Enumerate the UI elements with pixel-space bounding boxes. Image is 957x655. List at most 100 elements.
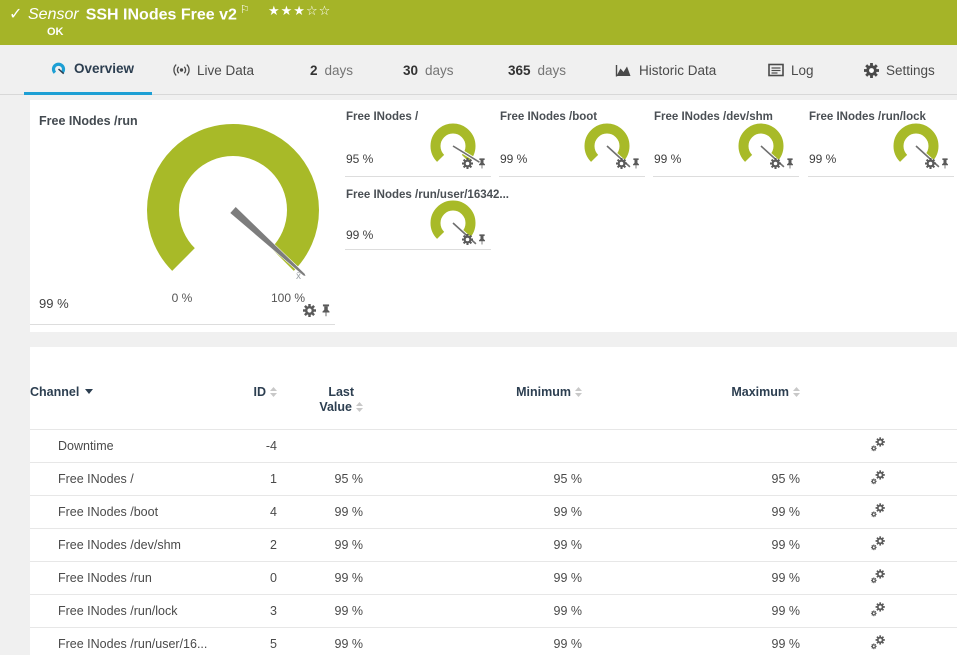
- tile-pin-icon[interactable]: [940, 158, 950, 170]
- channel-minimum: 99 %: [363, 528, 582, 562]
- gauge-min-label: 0 %: [171, 291, 193, 305]
- channel-settings-gears-icon[interactable]: [870, 502, 887, 522]
- column-header-minimum-label: Minimum: [516, 385, 571, 399]
- tab-overview[interactable]: Overview: [24, 45, 152, 95]
- log-list-icon: [768, 63, 784, 77]
- tab-live-data[interactable]: Live Data: [173, 45, 254, 95]
- tab-log[interactable]: Log: [768, 45, 814, 95]
- tile-pin-icon[interactable]: [631, 158, 641, 170]
- table-row-free-inodes-run-lock: Free INodes /run/lock 3 99 % 99 % 99 %: [30, 594, 957, 628]
- tab-settings[interactable]: Settings: [864, 45, 935, 95]
- channel-last-value: 95 %: [277, 462, 363, 496]
- gauge-max-label: 100 %: [270, 291, 306, 305]
- channel-minimum: [363, 429, 582, 463]
- channel-last-value: [277, 429, 363, 463]
- channel-name[interactable]: Free INodes /run/lock: [30, 594, 217, 628]
- channel-name[interactable]: Free INodes /run: [30, 561, 217, 595]
- column-header-last-label: Last: [328, 385, 355, 399]
- column-header-channel[interactable]: Channel: [30, 347, 217, 430]
- status-badge: OK: [47, 26, 64, 38]
- table-row-free-inodes-boot: Free INodes /boot 4 99 % 99 % 99 %: [30, 495, 957, 529]
- tab-historic-data-label: Historic Data: [639, 62, 717, 78]
- channel-id: 3: [217, 594, 277, 628]
- column-header-maximum[interactable]: Maximum: [582, 347, 800, 430]
- channel-name[interactable]: Free INodes /dev/shm: [30, 528, 217, 562]
- tile-pin-icon[interactable]: [785, 158, 795, 170]
- tile-settings-gear-icon[interactable]: [616, 158, 627, 169]
- area-chart-icon: [615, 64, 631, 76]
- channel-name[interactable]: Free INodes /run/user/16...: [30, 627, 217, 655]
- channels-table: Channel ID Last Value Minimum Maximum Do…: [30, 347, 957, 655]
- object-type-label: Sensor: [28, 6, 79, 24]
- gauge-tile-free-inodes-run-user[interactable]: Free INodes /run/user/16342... 99 %: [345, 178, 509, 250]
- channel-name[interactable]: Downtime: [30, 429, 217, 463]
- channel-settings-gears-icon[interactable]: [870, 469, 887, 489]
- tab-2-days[interactable]: 2 days: [310, 45, 353, 95]
- page-title[interactable]: SSH INodes Free v2: [86, 6, 237, 23]
- gauge-tile-free-inodes-boot[interactable]: Free INodes /boot 99 %: [499, 100, 645, 177]
- channel-last-value: 99 %: [277, 495, 363, 529]
- channel-id: -4: [217, 429, 277, 463]
- tile-settings-gear-icon[interactable]: [925, 158, 936, 169]
- channel-settings-gears-icon[interactable]: [870, 634, 887, 654]
- channel-name[interactable]: Free INodes /: [30, 462, 217, 496]
- tile-settings-gear-icon[interactable]: [303, 304, 316, 317]
- status-ok-check-icon: ✓: [9, 6, 23, 23]
- channel-maximum: 99 %: [582, 528, 800, 562]
- tab-settings-label: Settings: [886, 62, 935, 78]
- channel-maximum: 99 %: [582, 627, 800, 655]
- channel-settings-gears-icon[interactable]: [870, 568, 887, 588]
- sort-icon[interactable]: [270, 387, 277, 397]
- column-header-value-label: Value: [319, 400, 352, 414]
- gauge-value: 99 %: [346, 228, 374, 242]
- gauge-title: Free INodes /: [346, 111, 419, 123]
- channel-maximum: 95 %: [582, 462, 800, 496]
- gauge-tile-free-inodes-root[interactable]: Free INodes / 95 %: [345, 100, 491, 177]
- column-header-maximum-label: Maximum: [731, 385, 789, 399]
- broadcast-icon: [173, 64, 190, 76]
- channel-settings-gears-icon[interactable]: [870, 436, 887, 456]
- gauge-tile-free-inodes-run[interactable]: Free INodes /run 0 % 100 % x̄ 99 %: [30, 100, 335, 325]
- sort-icon[interactable]: [793, 387, 800, 397]
- channel-settings-gears-icon[interactable]: [870, 601, 887, 621]
- sensor-tab-bar: Overview Live Data 2 days 30 days 365 da…: [0, 45, 957, 95]
- tile-pin-icon[interactable]: [320, 304, 332, 318]
- gauge-value: 99 %: [809, 152, 837, 166]
- channel-id: 1: [217, 462, 277, 496]
- gauge-value: 99 %: [39, 296, 69, 311]
- tile-pin-icon[interactable]: [477, 158, 487, 170]
- tile-settings-gear-icon[interactable]: [462, 234, 473, 245]
- channel-settings-gears-icon[interactable]: [870, 535, 887, 555]
- tab-historic-data[interactable]: Historic Data: [615, 45, 716, 95]
- gauge-tile-free-inodes-dev-shm[interactable]: Free INodes /dev/shm 99 %: [653, 100, 799, 177]
- flag-icon[interactable]: ⚐: [240, 4, 250, 16]
- channel-name[interactable]: Free INodes /boot: [30, 495, 217, 529]
- channel-id: 5: [217, 627, 277, 655]
- gauge-tile-free-inodes-run-lock[interactable]: Free INodes /run/lock 99 %: [808, 100, 954, 177]
- tile-pin-icon[interactable]: [477, 234, 487, 246]
- channel-minimum: 95 %: [363, 462, 582, 496]
- channel-maximum: 99 %: [582, 561, 800, 595]
- column-header-channel-label: Channel: [30, 385, 80, 399]
- main-gauge: [147, 124, 319, 278]
- tab-2-days-number: 2: [310, 62, 318, 78]
- channels-table-panel: Channel ID Last Value Minimum Maximum Do…: [30, 347, 957, 655]
- tab-365-days-number: 365: [508, 62, 531, 78]
- tab-2-days-unit: days: [324, 62, 354, 78]
- sort-icon[interactable]: [356, 402, 363, 412]
- tab-30-days-number: 30: [403, 62, 419, 78]
- channel-maximum: 99 %: [582, 495, 800, 529]
- column-header-minimum[interactable]: Minimum: [363, 347, 582, 430]
- tab-365-days-unit: days: [537, 62, 567, 78]
- column-header-last-value[interactable]: Last Value: [277, 347, 363, 430]
- priority-stars[interactable]: ★★★☆☆: [268, 3, 331, 19]
- tile-settings-gear-icon[interactable]: [770, 158, 781, 169]
- table-row-downtime: Downtime -4: [30, 429, 957, 463]
- tile-settings-gear-icon[interactable]: [462, 158, 473, 169]
- tab-365-days[interactable]: 365 days: [508, 45, 566, 95]
- sort-icon[interactable]: [575, 387, 582, 397]
- column-header-id[interactable]: ID: [217, 347, 277, 430]
- channel-last-value: 99 %: [277, 627, 363, 655]
- tab-30-days[interactable]: 30 days: [403, 45, 454, 95]
- gauge-value: 99 %: [500, 152, 528, 166]
